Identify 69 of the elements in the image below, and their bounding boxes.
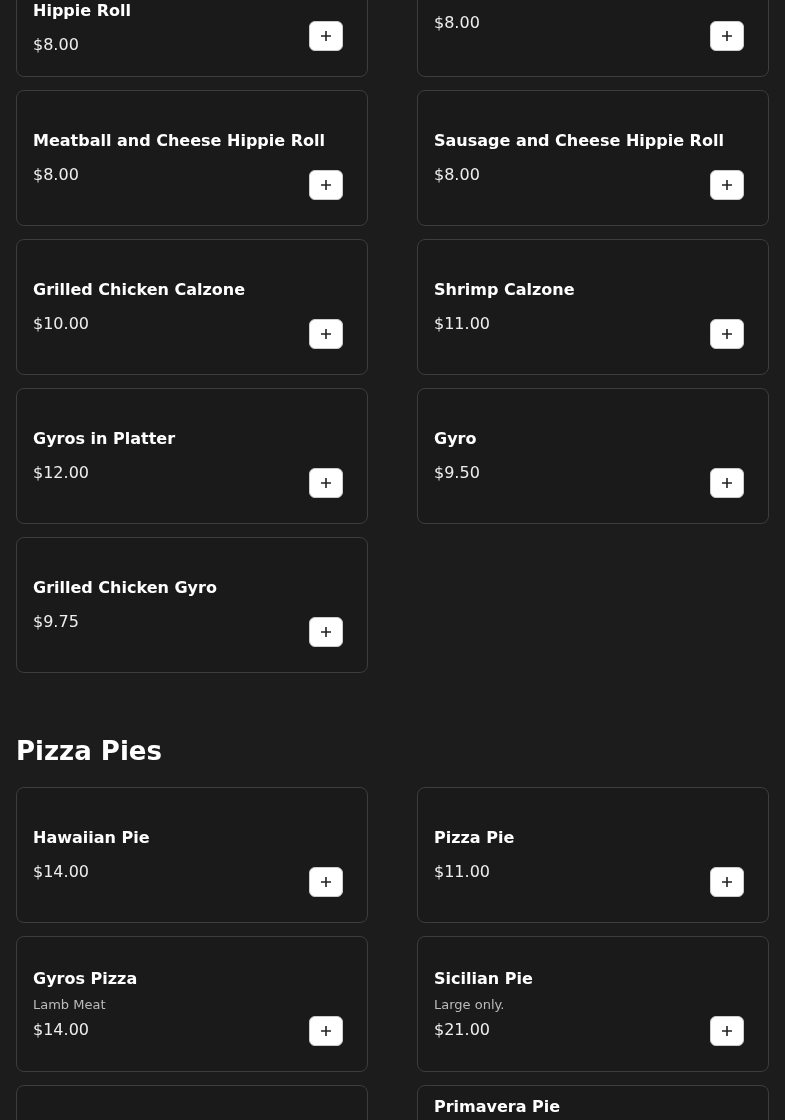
item-title: Pizza Pie [434, 827, 515, 849]
item-price: $14.00 [33, 1018, 89, 1041]
add-button[interactable] [710, 170, 744, 200]
menu-item-card[interactable]: Shrimp Calzone $11.00 [417, 239, 769, 375]
item-price: $9.50 [434, 462, 480, 484]
plus-icon [722, 1026, 732, 1036]
item-description: Large only. [434, 996, 505, 1013]
plus-icon [722, 877, 732, 887]
menu-item-card[interactable]: Gyros in Platter $12.00 [16, 388, 368, 524]
menu-item-card[interactable]: Sicilian Pie Large only. $21.00 [417, 936, 769, 1072]
menu-item-card[interactable]: Sausage and Cheese Hippie Roll $8.00 [417, 90, 769, 226]
add-button[interactable] [309, 21, 343, 51]
add-button[interactable] [710, 867, 744, 897]
plus-icon [321, 180, 331, 190]
item-price: $14.00 [33, 861, 89, 883]
add-button[interactable] [309, 170, 343, 200]
add-button[interactable] [309, 468, 343, 498]
item-price: $10.00 [33, 313, 89, 335]
section-heading: Pizza Pies [16, 735, 163, 767]
item-title: Gyro [434, 428, 477, 450]
add-button[interactable] [309, 319, 343, 349]
add-button[interactable] [309, 617, 343, 647]
plus-icon [722, 329, 732, 339]
menu-item-card[interactable]: Pizza Pie $11.00 [417, 787, 769, 923]
plus-icon [321, 627, 331, 637]
plus-icon [321, 478, 331, 488]
item-title: Grilled Chicken Gyro [33, 577, 217, 599]
plus-icon [722, 31, 732, 41]
add-button[interactable] [309, 1016, 343, 1046]
menu-item-card[interactable]: Grilled Chicken Calzone $10.00 [16, 239, 368, 375]
plus-icon [722, 478, 732, 488]
item-title: Hawaiian Pie [33, 827, 150, 849]
add-button[interactable] [710, 21, 744, 51]
item-title: Sicilian Pie [434, 967, 533, 990]
add-button[interactable] [710, 319, 744, 349]
plus-icon [321, 1026, 331, 1036]
add-button[interactable] [710, 1016, 744, 1046]
item-title: Primavera Pie [434, 1096, 561, 1118]
item-title: Sausage and Cheese Hippie Roll [434, 130, 724, 152]
item-price: $21.00 [434, 1018, 490, 1041]
menu-item-card[interactable]: $8.00 [417, 0, 769, 77]
plus-icon [321, 329, 331, 339]
item-title: Gyros Pizza [33, 967, 138, 990]
menu-item-card[interactable]: Hawaiian Pie $14.00 [16, 787, 368, 923]
menu-item-card[interactable]: Gyros Pizza Lamb Meat $14.00 [16, 936, 368, 1072]
item-title: Grilled Chicken Calzone [33, 279, 246, 301]
item-price: $9.75 [33, 611, 79, 633]
menu-item-card[interactable]: Gyro $9.50 [417, 388, 769, 524]
item-title: Shrimp Calzone [434, 279, 575, 301]
item-price: $8.00 [33, 34, 79, 56]
item-price: $12.00 [33, 462, 89, 484]
item-title: Gyros in Platter [33, 428, 176, 450]
menu-item-card[interactable]: Hippie Roll $8.00 [16, 0, 368, 77]
plus-icon [321, 877, 331, 887]
menu-item-card[interactable]: Primavera Pie [417, 1085, 769, 1120]
menu-item-card[interactable]: Meatball and Cheese Hippie Roll $8.00 [16, 90, 368, 226]
plus-icon [321, 31, 331, 41]
item-price: $8.00 [33, 164, 79, 186]
item-description: Lamb Meat [33, 996, 106, 1013]
item-price: $11.00 [434, 861, 490, 883]
add-button[interactable] [309, 867, 343, 897]
item-price: $11.00 [434, 313, 490, 335]
item-price: $8.00 [434, 164, 480, 186]
item-title: Meatball and Cheese Hippie Roll [33, 130, 325, 152]
add-button[interactable] [710, 468, 744, 498]
menu-item-card[interactable]: Grilled Chicken Gyro $9.75 [16, 537, 368, 673]
item-price: $8.00 [434, 12, 480, 34]
plus-icon [722, 180, 732, 190]
item-title: Hippie Roll [33, 0, 131, 22]
